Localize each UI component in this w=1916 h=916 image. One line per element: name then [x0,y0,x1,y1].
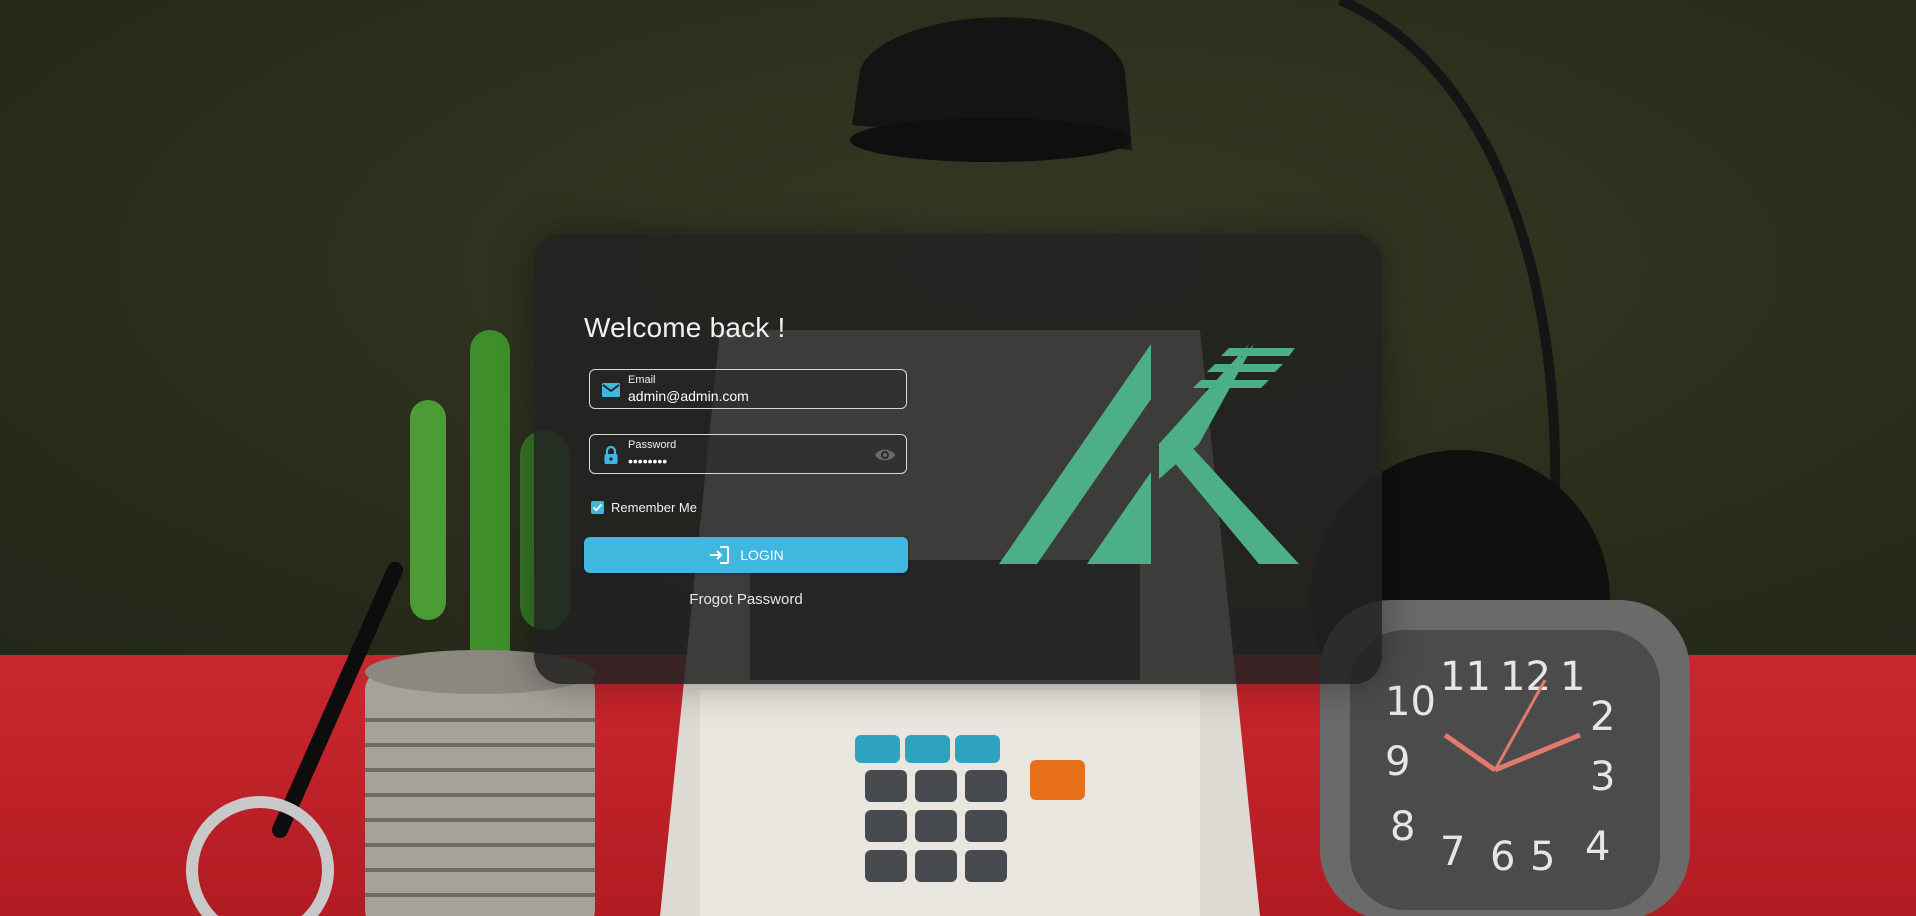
password-input[interactable] [628,452,848,470]
svg-text:11: 11 [1440,654,1491,700]
login-icon [710,546,730,564]
password-label: Password [628,439,677,451]
password-field[interactable]: Password [589,434,907,474]
check-icon [592,503,603,512]
remember-me[interactable]: Remember Me [591,500,697,515]
svg-text:3: 3 [1590,754,1615,800]
eye-icon[interactable] [874,446,896,464]
login-card: Welcome back ! Email Password [534,234,1382,684]
lock-icon [601,445,621,465]
svg-text:8: 8 [1390,804,1415,850]
svg-text:1: 1 [1560,654,1585,700]
svg-text:4: 4 [1585,824,1610,870]
svg-text:10: 10 [1385,679,1436,725]
svg-text:12: 12 [1500,654,1551,700]
svg-text:9: 9 [1385,739,1410,785]
email-icon [601,380,621,400]
remember-me-label: Remember Me [611,500,697,515]
email-input[interactable] [628,387,848,405]
svg-text:2: 2 [1590,694,1615,740]
svg-text:6: 6 [1490,834,1515,880]
email-field[interactable]: Email [589,369,907,409]
svg-text:7: 7 [1440,829,1465,875]
login-button-label: LOGIN [740,547,784,563]
welcome-title: Welcome back ! [584,312,786,343]
email-label: Email [628,374,656,386]
svg-text:5: 5 [1530,834,1555,880]
remember-me-checkbox[interactable] [591,501,604,514]
company-logo [999,344,1299,564]
login-button[interactable]: LOGIN [584,537,908,573]
forgot-password-link[interactable]: Frogot Password [584,591,908,608]
